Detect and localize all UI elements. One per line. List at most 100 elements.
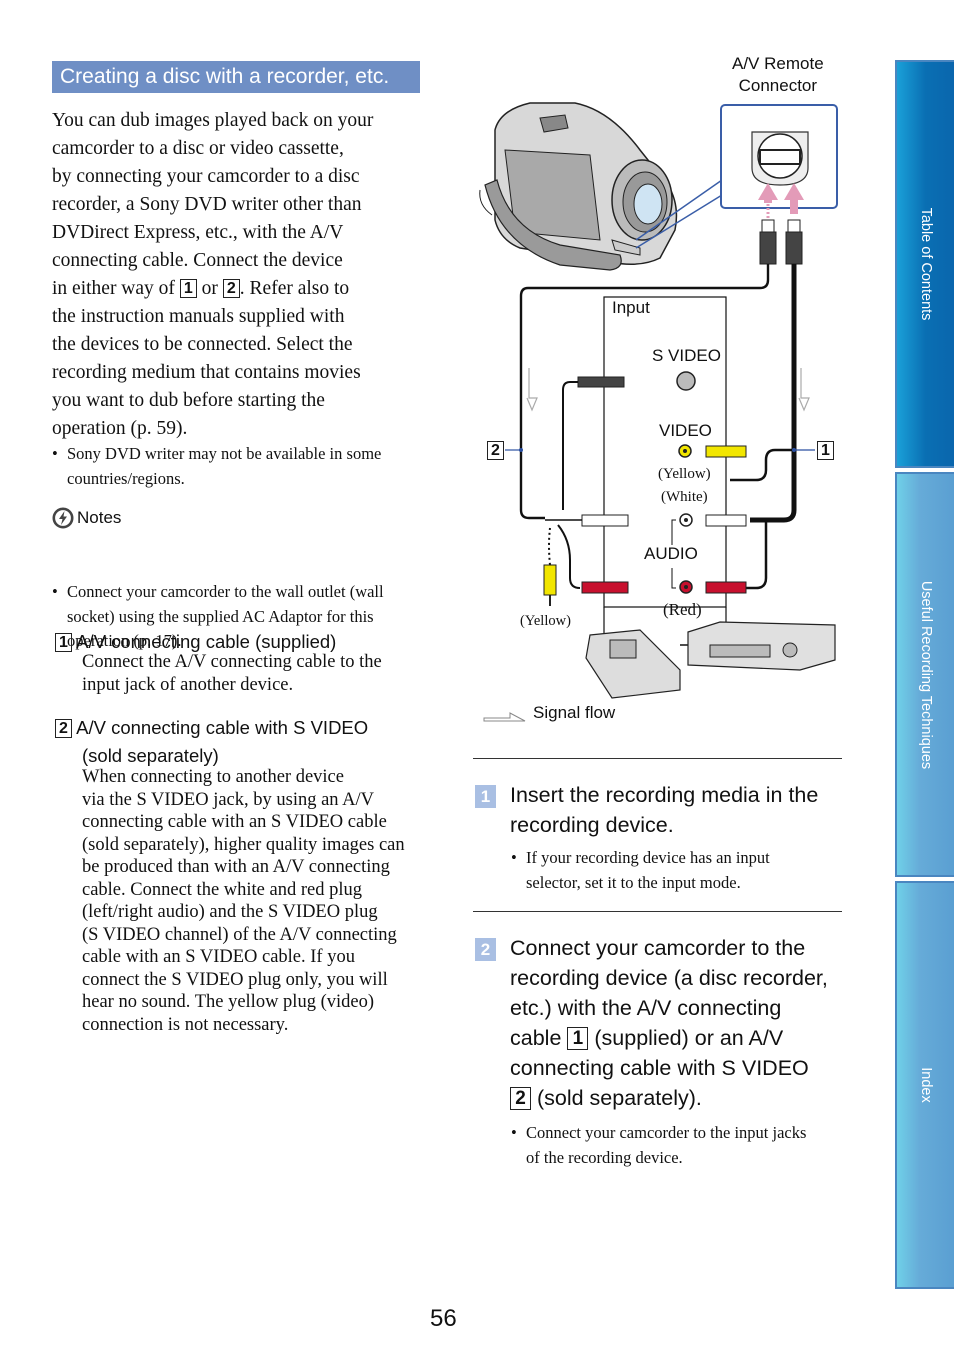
page-link-59[interactable]: operation (p. 59).: [52, 418, 187, 439]
video-label: VIDEO: [659, 421, 712, 440]
cable-2-heading: 2 A/V connecting cable with S VIDEO: [55, 714, 435, 742]
cable-2-body: When connecting to another device via th…: [82, 766, 435, 1036]
connection-diagram: A/V Remote Connector Input S VIDEO VIDEO…: [470, 50, 850, 740]
title-line: recording device.: [510, 813, 674, 837]
av-plug-icon: [759, 219, 803, 265]
notes-heading: Notes: [52, 506, 121, 530]
body-line: (S VIDEO channel) of the A/V connecting: [82, 924, 397, 945]
title-line: Insert the recording media in the: [510, 783, 819, 807]
intro-line: recording medium that contains movies: [52, 362, 361, 383]
white-label: (White): [661, 489, 708, 505]
yellow-plug-icon: [543, 564, 557, 596]
body-line: be produced than with an A/V connecting: [82, 857, 390, 877]
signal-flow-arrow-icon: [526, 368, 538, 412]
intro-line: DVDirect Express, etc., with the A/V: [52, 222, 344, 243]
cable-1-section: 1 A/V connecting cable (supplied) Connec…: [55, 628, 435, 696]
intro-line: you want to dub before starting the: [52, 390, 325, 411]
callout-2-icon: 2: [487, 441, 504, 460]
cable-1-ref-icon: 1: [567, 1027, 589, 1050]
title-line: cable 1 (supplied) or an A/V: [510, 1023, 855, 1053]
title-text: (sold separately).: [536, 1086, 702, 1110]
step-2-bullet: Connect your camcorder to the input jack…: [511, 1121, 855, 1170]
signal-flow-arrow-icon: [798, 368, 810, 412]
bullet-line: Connect your camcorder to the wall outle…: [67, 582, 384, 601]
bullet-line: selector, set it to the input mode.: [526, 872, 741, 892]
red-plug-icon: [705, 581, 747, 594]
audio-label: AUDIO: [644, 544, 698, 563]
camcorder-icon: [479, 102, 678, 271]
step-2-title: Connect your camcorder to the recording …: [510, 933, 855, 1113]
tab-label: Useful Recording Techniques: [917, 580, 934, 769]
tab-table-of-contents[interactable]: Table of Contents: [895, 60, 954, 468]
intro-line: the devices to be connected. Select the: [52, 334, 353, 355]
vcr-icon: [687, 621, 836, 671]
body-line: connecting cable with an S VIDEO cable: [82, 812, 387, 832]
title-line: Connect your camcorder to the: [510, 936, 806, 960]
step-1-title: Insert the recording media in the record…: [510, 780, 855, 840]
bullet-line: If your recording device has an input: [526, 848, 770, 867]
cable-2-number-icon: 2: [55, 719, 72, 738]
title-line: recording device (a disc recorder,: [510, 966, 828, 990]
yellow-label: (Yellow): [658, 466, 711, 482]
body-line: input jack of another device.: [82, 674, 294, 695]
body-line: Connect the A/V connecting cable to the: [82, 652, 382, 672]
callout-1-icon: 1: [817, 441, 834, 460]
red-label: (Red): [663, 600, 702, 619]
cable-2-section: 2 A/V connecting cable with S VIDEO (sol…: [55, 714, 435, 1036]
divider: [473, 911, 842, 912]
title-text: cable: [510, 1026, 562, 1050]
yellow-plug-icon: [705, 445, 747, 458]
body-line: connect the S VIDEO plug only, you will: [82, 969, 388, 990]
body-line: cable with an S VIDEO cable. If you: [82, 947, 355, 967]
intro-line: operation (p. 59).: [52, 415, 432, 443]
body-line: connection is not necessary.: [82, 1014, 289, 1035]
body-line: (sold separately), higher quality images…: [82, 834, 405, 855]
intro-line: recorder, a Sony DVD writer other than: [52, 194, 362, 215]
white-plug-icon: [581, 514, 629, 527]
label-line: A/V Remote: [732, 54, 824, 73]
tab-useful-recording-techniques[interactable]: Useful Recording Techniques: [895, 472, 954, 877]
title-line: 2 (sold separately).: [510, 1083, 855, 1113]
s-video-label: S VIDEO: [652, 346, 721, 365]
title-text: (supplied) or an A/V: [594, 1026, 784, 1050]
notes-label: Notes: [77, 508, 122, 527]
section-title: Creating a disc with a recorder, etc.: [52, 61, 420, 93]
body-line: hear no sound. The yellow plug (video): [82, 992, 374, 1012]
step-2-number-icon: 2: [475, 938, 496, 961]
s-video-plug-icon: [577, 376, 625, 388]
av-remote-connector-label: A/V Remote Connector: [732, 53, 824, 97]
page-number: 56: [430, 1305, 457, 1332]
step-1-number-icon: 1: [475, 785, 496, 808]
input-label: Input: [612, 298, 650, 317]
title-line: connecting cable with S VIDEO: [510, 1056, 809, 1080]
intro-line: by connecting your camcorder to a disc: [52, 166, 360, 187]
tab-label: Table of Contents: [917, 207, 934, 321]
tab-label: Index: [917, 1067, 934, 1103]
intro-line: in either way of 1 or 2. Refer also to: [52, 275, 432, 303]
tab-index[interactable]: Index: [895, 881, 954, 1289]
body-line: cable. Connect the white and red plug: [82, 879, 362, 900]
body-line: via the S VIDEO jack, by using an A/V: [82, 789, 375, 810]
red-plug-icon: [581, 581, 629, 594]
intro-paragraph: You can dub images played back on your c…: [52, 107, 432, 443]
cable-1-body: Connect the A/V connecting cable to the …: [82, 651, 435, 696]
s-video-jack-icon: [676, 371, 696, 391]
signal-flow-legend-icon: [483, 712, 526, 722]
cable-2-ref-icon: 2: [510, 1087, 531, 1110]
white-plug-icon: [705, 514, 747, 527]
notes-lightning-icon: [52, 507, 74, 529]
intro-text: or: [201, 278, 218, 299]
bullet-line: countries/regions.: [67, 468, 185, 488]
title-line: etc.) with the A/V connecting: [510, 996, 782, 1020]
intro-line: connecting cable. Connect the device: [52, 250, 343, 271]
bullet-line: Connect your camcorder to the input jack…: [526, 1123, 807, 1142]
step-1: 1 Insert the recording media in the reco…: [475, 780, 855, 895]
body-line: (left/right audio) and the S VIDEO plug: [82, 902, 378, 922]
divider: [473, 758, 842, 759]
bullet-line: Sony DVD writer may not be available in …: [67, 444, 382, 463]
intro-line: the instruction manuals supplied with: [52, 306, 345, 327]
signal-flow-label: Signal flow: [533, 703, 616, 722]
yellow-plug-label: (Yellow): [520, 613, 571, 629]
cable-1-ref-icon: 1: [179, 279, 197, 298]
intro-text: . Refer also to: [239, 278, 350, 299]
